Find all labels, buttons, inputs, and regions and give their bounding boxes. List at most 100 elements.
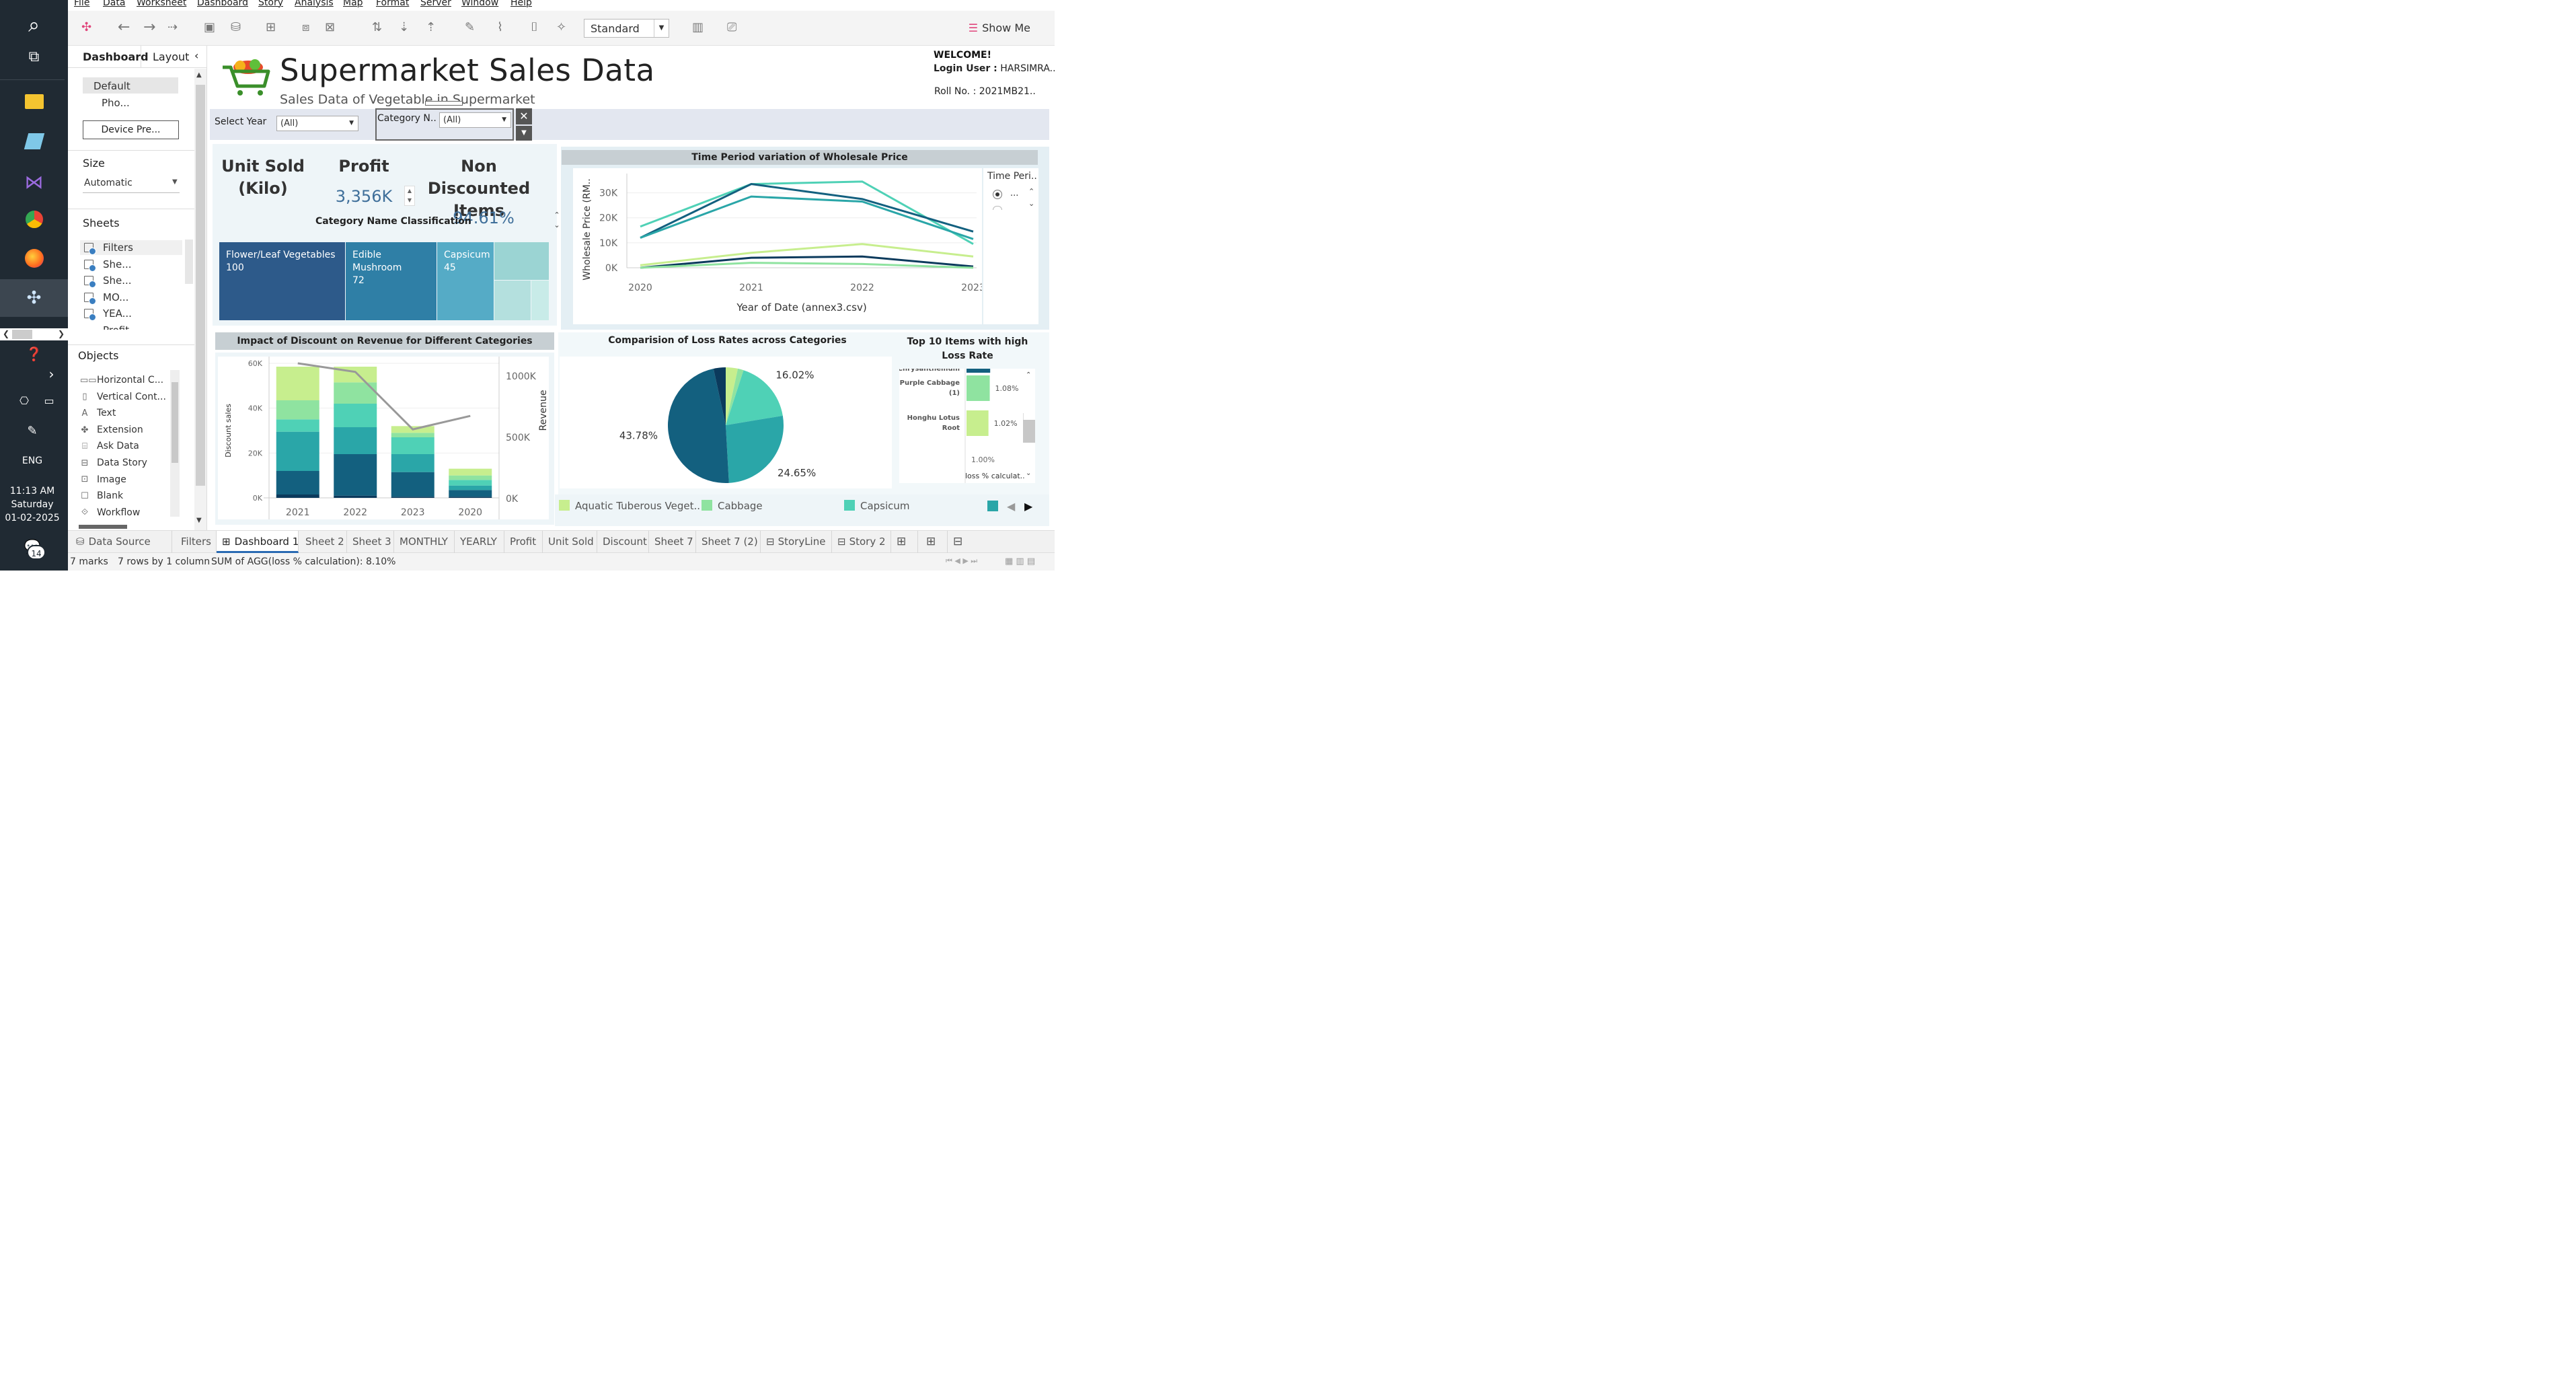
sheet-item[interactable]: She... bbox=[103, 258, 132, 270]
new-story-tab-icon[interactable]: ⊟ bbox=[948, 531, 975, 553]
tab-sheet-3[interactable]: Sheet 3 bbox=[347, 531, 394, 553]
help-icon[interactable]: ❓ bbox=[0, 346, 68, 362]
sort-ascending-icon[interactable]: ⇣ bbox=[399, 20, 409, 35]
tab-yearly[interactable]: YEARLY bbox=[455, 531, 504, 553]
legend-next-icon[interactable]: ▶ bbox=[1024, 500, 1032, 513]
move-handle-icon[interactable] bbox=[425, 101, 463, 106]
menu-file[interactable]: File bbox=[74, 0, 89, 8]
pin-icon[interactable]: ✧ bbox=[556, 20, 566, 35]
clock-time[interactable]: 11:13 AM bbox=[0, 486, 65, 497]
treemap-cell[interactable] bbox=[531, 281, 549, 320]
filter-category-dropdown[interactable]: (All) ▼ bbox=[439, 112, 511, 128]
objects-scrollbar[interactable] bbox=[170, 370, 180, 517]
menu-story[interactable]: Story bbox=[258, 0, 283, 8]
tab-dashboard-1[interactable]: ⊞ Dashboard 1 bbox=[217, 531, 299, 553]
treemap-cell[interactable]: Edible Mushroom 72 bbox=[346, 242, 437, 320]
battery-icon[interactable]: ▭ bbox=[32, 394, 66, 407]
tab-discount[interactable]: Discount bbox=[597, 531, 649, 553]
top10-scrollbar[interactable]: ⌃ ⌄ bbox=[1022, 369, 1035, 483]
group-icon[interactable]: ⌇ bbox=[497, 20, 503, 35]
tab-profit[interactable]: Profit bbox=[504, 531, 543, 553]
sheet-item-filters[interactable]: Filters bbox=[103, 242, 133, 254]
new-dashboard-tab-icon[interactable]: ⊞ bbox=[921, 531, 948, 553]
tab-filters[interactable]: Filters bbox=[172, 531, 217, 553]
show-me-button[interactable]: ☰ Show Me bbox=[969, 22, 1030, 34]
scroll-right-icon[interactable]: ❯ bbox=[58, 329, 65, 338]
tab-data-source[interactable]: ⛁ Data Source bbox=[68, 531, 172, 553]
undo-icon[interactable]: ← bbox=[118, 20, 130, 35]
legend-item-capsicum[interactable]: Capsicum bbox=[844, 500, 910, 512]
object-vertical[interactable]: Vertical Cont... bbox=[97, 392, 166, 402]
highlight-icon[interactable]: ✎ bbox=[465, 20, 475, 35]
more-options-icon[interactable]: ▼ bbox=[516, 126, 532, 141]
language-indicator[interactable]: ENG bbox=[0, 455, 65, 466]
chevron-down-icon[interactable]: ▼ bbox=[172, 178, 178, 186]
device-preview-button[interactable]: Device Pre... bbox=[83, 120, 179, 139]
fit-mode-dropdown[interactable]: Standard ▼ bbox=[584, 19, 669, 38]
object-data-story[interactable]: Data Story bbox=[97, 457, 147, 468]
tab-layout[interactable]: Layout bbox=[153, 50, 189, 63]
search-icon[interactable]: ⌕ bbox=[0, 13, 68, 37]
new-worksheet-icon[interactable]: ⊞ bbox=[266, 20, 276, 35]
visual-studio-icon[interactable]: ⋈ bbox=[0, 171, 68, 193]
menu-format[interactable]: Format bbox=[376, 0, 409, 8]
sheets-scrollbar[interactable] bbox=[185, 240, 193, 284]
treemap-cell[interactable]: Capsicum 45 bbox=[437, 242, 494, 320]
replay-icon[interactable]: ⇢ bbox=[167, 20, 178, 35]
chrome-icon[interactable] bbox=[0, 210, 68, 231]
object-extension[interactable]: Extension bbox=[97, 425, 143, 435]
eraser-app-icon[interactable] bbox=[0, 133, 68, 152]
new-worksheet-tab-icon[interactable]: ⊞ bbox=[891, 531, 918, 553]
object-image[interactable]: Image bbox=[97, 474, 126, 485]
menu-server[interactable]: Server bbox=[420, 0, 451, 8]
duplicate-sheet-icon[interactable]: ⧈ bbox=[302, 20, 309, 35]
pane-scrollbar[interactable]: ▲ ▼ bbox=[194, 69, 206, 530]
redo-icon[interactable]: → bbox=[143, 20, 155, 35]
page-nav-icons[interactable]: ⏮ ◀ ▶ ⏭ bbox=[946, 556, 977, 566]
new-data-source-icon[interactable]: ⛁ bbox=[231, 20, 241, 35]
sort-descending-icon[interactable]: ⇡ bbox=[426, 20, 436, 35]
menu-data[interactable]: Data bbox=[103, 0, 125, 8]
size-dropdown[interactable]: Automatic bbox=[84, 178, 132, 188]
legend-prev-icon[interactable]: ◀ bbox=[1007, 500, 1015, 513]
file-explorer-icon[interactable] bbox=[0, 94, 68, 112]
tableau-logo-icon[interactable]: ✣ bbox=[81, 20, 91, 35]
tab-storyline[interactable]: ⊟ StoryLine bbox=[761, 531, 832, 553]
clear-sheet-icon[interactable]: ⊠ bbox=[325, 20, 335, 35]
save-icon[interactable]: ▣ bbox=[204, 20, 215, 35]
menu-help[interactable]: Help bbox=[510, 0, 532, 8]
treemap-cell[interactable]: Flower/Leaf Vegetables 100 bbox=[219, 242, 345, 320]
legend-scroll[interactable]: ⌃ ⌄ bbox=[1028, 186, 1034, 210]
firefox-icon[interactable] bbox=[0, 249, 68, 270]
device-phone[interactable]: Pho... bbox=[102, 97, 130, 109]
menu-map[interactable]: Map bbox=[343, 0, 363, 8]
collapse-pane-icon[interactable]: ‹ bbox=[194, 49, 198, 62]
object-ask-data[interactable]: Ask Data bbox=[97, 441, 139, 451]
sheet-item[interactable]: MO... bbox=[103, 291, 128, 303]
device-default[interactable]: Default bbox=[93, 80, 130, 92]
tableau-icon[interactable]: ✣ bbox=[0, 288, 68, 308]
radio-icon[interactable] bbox=[993, 190, 1002, 199]
tab-dashboard[interactable]: Dashboard bbox=[83, 50, 149, 63]
legend-item-aquatic[interactable]: Aquatic Tuberous Veget.. bbox=[559, 500, 700, 512]
object-text[interactable]: Text bbox=[97, 408, 116, 418]
close-icon[interactable]: ✕ bbox=[516, 108, 532, 124]
menu-dashboard[interactable]: Dashboard bbox=[197, 0, 248, 8]
sheet-item[interactable]: YEA... bbox=[103, 307, 132, 320]
legend-item-cabbage[interactable]: Cabbage bbox=[702, 500, 763, 512]
show-cards-icon[interactable]: ▥ bbox=[692, 20, 704, 35]
tab-sheet-7[interactable]: Sheet 7 bbox=[649, 531, 696, 553]
grid-view-icon[interactable]: ▦ ▥ ▤ bbox=[1005, 556, 1035, 566]
tab-story-2[interactable]: ⊟ Story 2 bbox=[832, 531, 891, 553]
sheet-item[interactable]: Profit bbox=[103, 324, 129, 330]
tab-unit-sold[interactable]: Unit Sold bbox=[543, 531, 597, 553]
scroll-left-icon[interactable]: ❮ bbox=[3, 329, 9, 338]
menu-worksheet[interactable]: Worksheet bbox=[137, 0, 186, 8]
sheet-item[interactable]: She... bbox=[103, 274, 132, 287]
menu-analysis[interactable]: Analysis bbox=[295, 0, 334, 8]
tab-monthly[interactable]: MONTHLY bbox=[394, 531, 455, 553]
treemap-cell[interactable] bbox=[494, 281, 531, 320]
treemap-cell[interactable] bbox=[494, 242, 549, 280]
swap-axes-icon[interactable]: ⇅ bbox=[372, 20, 382, 35]
filter-year-dropdown[interactable]: (All) ▼ bbox=[276, 116, 358, 131]
